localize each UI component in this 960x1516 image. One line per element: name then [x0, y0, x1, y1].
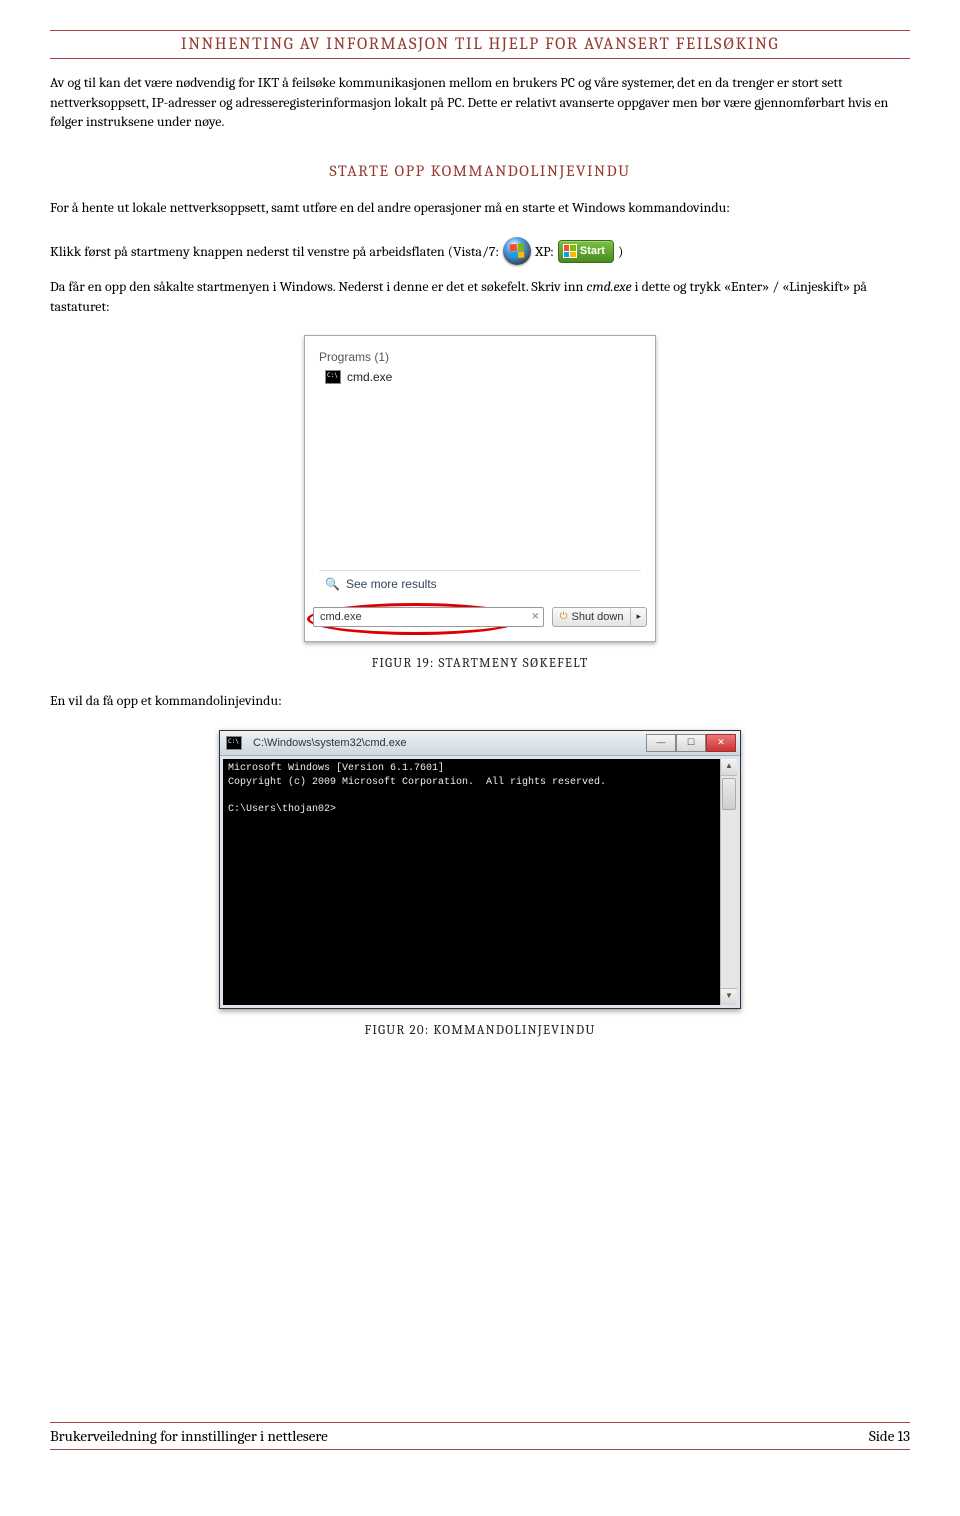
inline-text-pre: Klikk først på startmeny knappen nederst… [50, 242, 499, 262]
minimize-button[interactable]: — [646, 734, 676, 752]
cmd-terminal-body[interactable]: Microsoft Windows [Version 6.1.7601] Cop… [223, 759, 720, 1005]
maximize-button[interactable]: ☐ [676, 734, 706, 752]
subheading-start-cmd: STARTE OPP KOMMANDOLINJEVINDU [50, 162, 910, 180]
xp-start-label: Start [580, 244, 605, 259]
cmd-titlebar: C:\Windows\system32\cmd.exe — ☐ ✕ [220, 731, 740, 756]
start-search-container: ✕ [313, 607, 544, 627]
figure-caption-19: FIGUR 19: STARTMENY SØKEFELT [50, 656, 910, 671]
windows-flag-icon [510, 244, 525, 259]
scroll-down-icon[interactable]: ▼ [721, 988, 737, 1005]
para3-part-a: Da får en opp den såkalte startmenyen i … [50, 278, 586, 295]
paragraph-2: For å hente ut lokale nettverksoppsett, … [50, 198, 910, 218]
xp-start-button-icon: Start [558, 240, 614, 263]
scroll-thumb[interactable] [722, 778, 736, 810]
cmd-window-title: C:\Windows\system32\cmd.exe [253, 737, 406, 749]
start-search-input[interactable] [313, 607, 544, 627]
close-button[interactable]: ✕ [706, 734, 736, 752]
shutdown-icon: ⏻ [560, 611, 568, 622]
cmd-titlebar-icon [226, 736, 242, 750]
scroll-up-icon[interactable]: ▲ [721, 759, 737, 776]
start-result-label: cmd.exe [347, 370, 392, 384]
shutdown-label: Shut down [571, 611, 623, 623]
see-more-results-link[interactable]: 🔍 See more results [319, 570, 641, 597]
cmd-line-1: Microsoft Windows [Version 6.1.7601] [228, 763, 444, 774]
footer-left: Brukerveiledning for innstillinger i net… [50, 1427, 328, 1445]
paragraph-icons-line: Klikk først på startmeny knappen nederst… [50, 237, 910, 265]
startmenu-bottom-bar: ✕ ⏻ Shut down ▸ [305, 597, 655, 641]
see-more-label: See more results [346, 577, 437, 591]
start-result-cmd[interactable]: cmd.exe [315, 368, 645, 390]
paragraph-intro: Av og til kan det være nødvendig for IKT… [50, 73, 910, 132]
programs-header-label: Programs (1) [319, 350, 641, 364]
page-header-title: INNHENTING AV INFORMASJON TIL HJELP FOR … [50, 30, 910, 59]
windows-orb-icon [503, 237, 531, 265]
shutdown-arrow-icon[interactable]: ▸ [630, 608, 646, 625]
cmd-line-2: Copyright (c) 2009 Microsoft Corporation… [228, 777, 606, 788]
cmd-prompt: C:\Users\thojan02> [228, 804, 336, 815]
inline-text-post: ) [618, 242, 623, 262]
figure-caption-20: FIGUR 20: KOMMANDOLINJEVINDU [50, 1023, 910, 1038]
inline-text-mid: XP: [535, 242, 554, 262]
footer-right: Side 13 [869, 1427, 910, 1445]
clear-search-icon[interactable]: ✕ [531, 611, 539, 622]
xp-flag-icon [563, 244, 577, 258]
para3-cmd-name: cmd.exe [586, 278, 631, 295]
window-buttons: — ☐ ✕ [646, 734, 736, 752]
startmenu-screenshot: Programs (1) cmd.exe 🔍 See more results … [304, 335, 656, 642]
cmd-window-screenshot: C:\Windows\system32\cmd.exe — ☐ ✕ Micros… [219, 730, 741, 1009]
cmd-icon [325, 370, 341, 384]
paragraph-3: Da får en opp den såkalte startmenyen i … [50, 277, 910, 316]
page-footer: Brukerveiledning for innstillinger i net… [50, 1422, 910, 1450]
scrollbar[interactable]: ▲ ▼ [720, 759, 737, 1005]
search-icon: 🔍 [325, 577, 340, 591]
paragraph-4: En vil da få opp et kommandolinjevindu: [50, 691, 910, 711]
shutdown-button[interactable]: ⏻ Shut down ▸ [552, 607, 647, 627]
